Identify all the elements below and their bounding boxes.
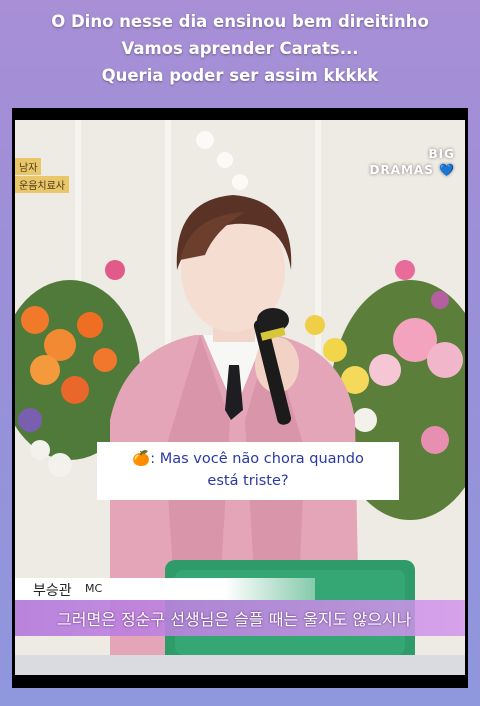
blue-heart-icon: 💙: [439, 163, 455, 177]
mc-role: MC: [85, 582, 103, 595]
corner-tag-1: 남자: [15, 158, 42, 175]
mc-name: 부승관: [33, 583, 72, 599]
caption-line-1: O Dino nesse dia ensinou bem direitinho: [51, 12, 429, 31]
watermark: BIG DRAMAS 💙: [370, 146, 456, 178]
caption-line-3: Queria poder ser assim kkkkk: [101, 66, 379, 85]
caption-line-2: Vamos aprender Carats...: [121, 39, 359, 58]
video-player[interactable]: 남자 운음치료사 BIG DRAMAS 💙 🍊: Mas você não ch…: [12, 108, 468, 688]
subtitle-line-1: 🍊: Mas você não chora quando: [132, 451, 364, 467]
video-frame: 남자 운음치료사 BIG DRAMAS 💙 🍊: Mas você não ch…: [15, 120, 465, 675]
orange-icon: 🍊: [132, 451, 151, 467]
subtitle-line-2: está triste?: [207, 473, 289, 489]
translated-subtitle: 🍊: Mas você não chora quando está triste…: [97, 442, 399, 500]
korean-caption: 그러면은 정순구 선생님은 슬플 때는 울지도 않으시나: [57, 610, 412, 629]
watermark-line-2: DRAMAS 💙: [369, 163, 455, 177]
watermark-line-1: BIG: [428, 147, 455, 161]
corner-tag-2: 운음치료사: [15, 176, 69, 193]
post-caption: O Dino nesse dia ensinou bem direitinho …: [0, 8, 480, 89]
